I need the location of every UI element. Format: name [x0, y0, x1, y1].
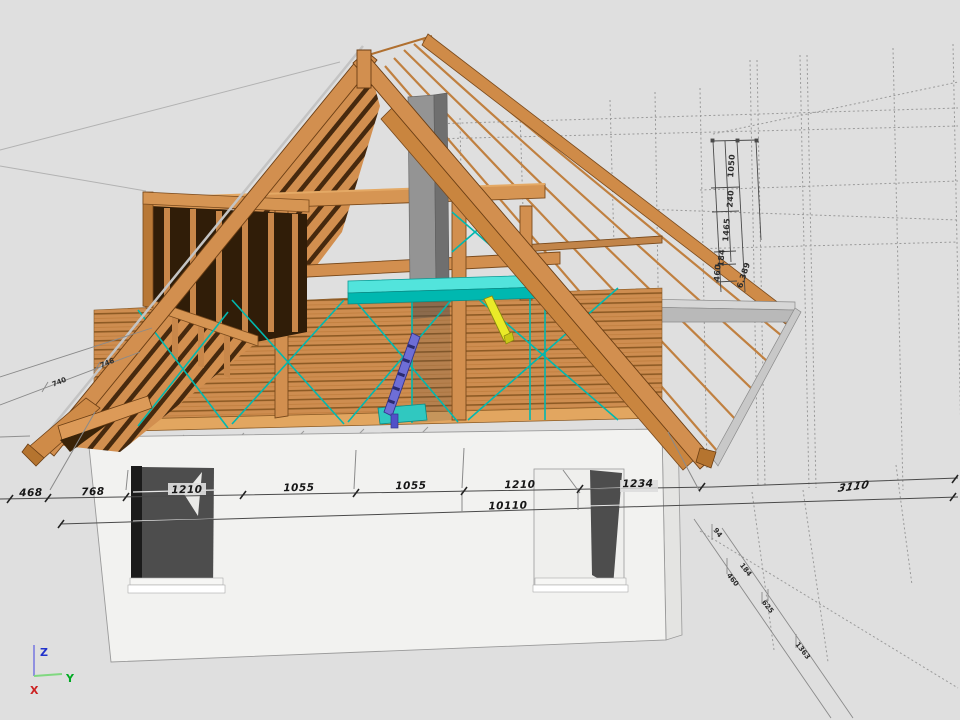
dim-label: 1210: [171, 484, 202, 497]
ridge-post: [357, 50, 371, 88]
dim-label: 1465: [721, 218, 732, 242]
dim-label: 768: [81, 486, 105, 498]
y-axis-label: Y: [65, 672, 75, 685]
masonry-storey: [88, 427, 682, 662]
dim-label: 460: [712, 264, 722, 282]
dim-label: 1050: [726, 154, 737, 178]
dim-label: 1234: [622, 478, 653, 491]
dim-label: 1210: [504, 479, 535, 492]
z-axis-label: Z: [40, 646, 48, 659]
x-axis-label: X: [30, 684, 39, 697]
dim-label: 468: [18, 487, 43, 499]
dim-label: 240: [725, 190, 735, 208]
dim-label: 1055: [395, 480, 426, 493]
dim-total-label: 10110: [488, 499, 527, 512]
cad-viewport[interactable]: 468 768 1210 1055 1055 1210 1234 3110 10…: [0, 0, 960, 720]
model-view[interactable]: 468 768 1210 1055 1055 1210 1234 3110 10…: [0, 0, 960, 720]
dim-label: 1055: [283, 482, 314, 495]
